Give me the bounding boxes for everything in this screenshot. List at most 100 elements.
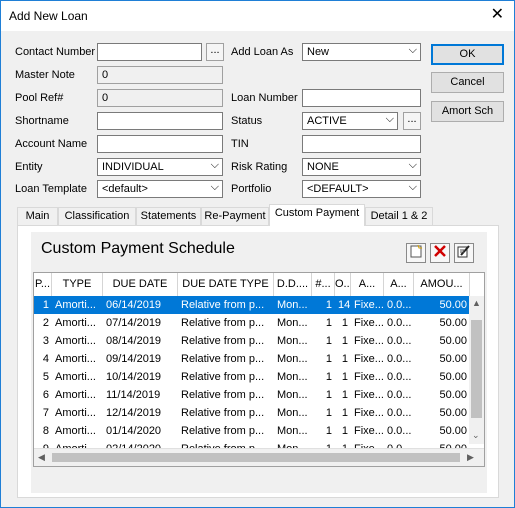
column-header[interactable]: AMOU... bbox=[414, 273, 470, 296]
account-name-field[interactable] bbox=[97, 135, 223, 153]
new-icon[interactable] bbox=[406, 243, 426, 263]
vertical-scroll-thumb[interactable] bbox=[471, 320, 482, 418]
table-cell: Amorti... bbox=[55, 407, 96, 419]
tab-main[interactable]: Main bbox=[17, 207, 58, 225]
tab-classification[interactable]: Classification bbox=[58, 207, 136, 225]
table-cell: 50.00 bbox=[439, 407, 467, 419]
close-icon[interactable]: ✕ bbox=[491, 6, 504, 24]
table-cell: Mon... bbox=[277, 425, 308, 437]
pool-ref-field: 0 bbox=[97, 89, 223, 107]
table-cell: 3 bbox=[42, 335, 49, 347]
table-cell: 50.00 bbox=[439, 371, 467, 383]
contact-browse-button[interactable]: ... bbox=[206, 43, 224, 61]
tab-detail[interactable]: Detail 1 & 2 bbox=[365, 207, 433, 225]
table-cell: 1 bbox=[325, 335, 332, 347]
table-cell: 1 bbox=[325, 425, 332, 437]
add-new-loan-dialog: Add New Loan ✕ Contact Number ... Master… bbox=[0, 0, 515, 508]
table-row[interactable]: 6 Amorti... 11/14/2019 Relative from p... Mo… bbox=[34, 386, 484, 404]
loan-template-label: Loan Template bbox=[15, 183, 87, 195]
table-cell: 1 bbox=[341, 407, 348, 419]
scroll-down-icon[interactable]: ⌄ bbox=[472, 430, 480, 441]
table-cell: 1 bbox=[325, 299, 332, 311]
table-cell: Relative from p... bbox=[181, 353, 265, 365]
add-loan-as-value: New bbox=[307, 46, 330, 58]
schedule-grid: P... TYPE DUE DATE DUE DATE TYPE D.D....… bbox=[33, 272, 485, 467]
table-cell: Mon... bbox=[277, 335, 308, 347]
portfolio-select[interactable]: <DEFAULT> ⌵ bbox=[302, 180, 421, 198]
table-cell: 6 bbox=[42, 389, 49, 401]
column-header[interactable]: O... bbox=[335, 273, 351, 296]
table-row[interactable]: 3 Amorti... 08/14/2019 Relative from p... Mo… bbox=[34, 332, 484, 350]
ok-button[interactable]: OK bbox=[431, 44, 504, 65]
table-cell: Relative from p... bbox=[181, 371, 265, 383]
table-row[interactable]: 4 Amorti... 09/14/2019 Relative from p... Mo… bbox=[34, 350, 484, 368]
portfolio-label: Portfolio bbox=[231, 183, 272, 195]
table-cell: 01/14/2020 bbox=[106, 425, 162, 437]
scroll-up-icon[interactable]: ▲ bbox=[472, 298, 481, 308]
column-header[interactable]: P... bbox=[34, 273, 52, 296]
table-cell: 09/14/2019 bbox=[106, 353, 162, 365]
column-header[interactable]: A... bbox=[351, 273, 384, 296]
status-select[interactable]: ACTIVE ⌵ bbox=[302, 112, 398, 130]
chevron-down-icon: ⌵ bbox=[210, 159, 219, 171]
account-name-label: Account Name bbox=[15, 138, 88, 150]
table-cell: Fixe... bbox=[354, 353, 384, 365]
scroll-right-icon[interactable]: ▶ bbox=[467, 452, 474, 463]
table-cell: 1 bbox=[341, 335, 348, 347]
cancel-button[interactable]: Cancel bbox=[431, 72, 504, 93]
pool-ref-label: Pool Ref# bbox=[15, 92, 64, 104]
entity-select[interactable]: INDIVIDUAL ⌵ bbox=[97, 158, 223, 176]
table-cell: 1 bbox=[42, 299, 49, 311]
contact-number-field[interactable] bbox=[97, 43, 202, 61]
table-row[interactable]: 1 Amorti... 06/14/2019 Relative from p... Mo… bbox=[34, 296, 484, 314]
tin-field[interactable] bbox=[302, 135, 421, 153]
table-row[interactable]: 8 Amorti... 01/14/2020 Relative from p... Mo… bbox=[34, 422, 484, 440]
horizontal-scroll-thumb[interactable] bbox=[52, 453, 460, 462]
column-header[interactable]: A... bbox=[384, 273, 414, 296]
loan-number-field[interactable] bbox=[302, 89, 421, 107]
table-cell: Fixe... bbox=[354, 299, 384, 311]
table-cell: 0.0... bbox=[387, 425, 412, 437]
add-loan-as-select[interactable]: New ⌵ bbox=[302, 43, 421, 61]
loan-template-select[interactable]: <default> ⌵ bbox=[97, 180, 223, 198]
delete-icon[interactable] bbox=[430, 243, 450, 263]
table-cell: 50.00 bbox=[439, 299, 467, 311]
add-loan-as-label: Add Loan As bbox=[231, 46, 294, 58]
column-header[interactable]: D.D.... bbox=[274, 273, 312, 296]
table-row[interactable]: 5 Amorti... 10/14/2019 Relative from p... Mo… bbox=[34, 368, 484, 386]
table-cell: 1 bbox=[325, 371, 332, 383]
horizontal-scrollbar[interactable]: ◀ ▶ bbox=[34, 448, 484, 466]
column-header[interactable]: TYPE bbox=[52, 273, 103, 296]
status-browse-button[interactable]: ... bbox=[403, 112, 421, 130]
table-cell: 1 bbox=[325, 389, 332, 401]
table-cell: 1 bbox=[325, 353, 332, 365]
tab-custom-payment[interactable]: Custom Payment bbox=[269, 204, 365, 226]
table-cell: Relative from p... bbox=[181, 425, 265, 437]
table-cell: Fixe... bbox=[354, 425, 384, 437]
chevron-down-icon: ⌵ bbox=[385, 113, 394, 125]
table-cell: Mon... bbox=[277, 389, 308, 401]
tab-statements[interactable]: Statements bbox=[136, 207, 201, 225]
edit-icon[interactable] bbox=[454, 243, 474, 263]
table-cell: 0.0... bbox=[387, 389, 412, 401]
column-header[interactable]: DUE DATE TYPE bbox=[178, 273, 274, 296]
amort-schedule-button[interactable]: Amort Sch bbox=[431, 101, 504, 122]
table-row[interactable]: 2 Amorti... 07/14/2019 Relative from p... Mo… bbox=[34, 314, 484, 332]
contact-number-label: Contact Number bbox=[15, 46, 96, 58]
scroll-left-icon[interactable]: ◀ bbox=[38, 452, 45, 463]
table-cell: Mon... bbox=[277, 407, 308, 419]
table-cell: 10/14/2019 bbox=[106, 371, 162, 383]
table-row[interactable]: 7 Amorti... 12/14/2019 Relative from p... Mo… bbox=[34, 404, 484, 422]
panel-title: Custom Payment Schedule bbox=[41, 240, 235, 257]
shortname-field[interactable] bbox=[97, 112, 223, 130]
table-cell: 1 bbox=[341, 317, 348, 329]
tab-re-payment[interactable]: Re-Payment bbox=[201, 207, 269, 225]
column-header[interactable]: #... bbox=[312, 273, 335, 296]
master-note-field: 0 bbox=[97, 66, 223, 84]
vertical-scrollbar[interactable]: ▲ ⌄ bbox=[469, 296, 484, 444]
table-cell: Fixe... bbox=[354, 317, 384, 329]
table-cell: 08/14/2019 bbox=[106, 335, 162, 347]
risk-rating-select[interactable]: NONE ⌵ bbox=[302, 158, 421, 176]
column-header[interactable]: DUE DATE bbox=[103, 273, 178, 296]
table-cell: Amorti... bbox=[55, 353, 96, 365]
